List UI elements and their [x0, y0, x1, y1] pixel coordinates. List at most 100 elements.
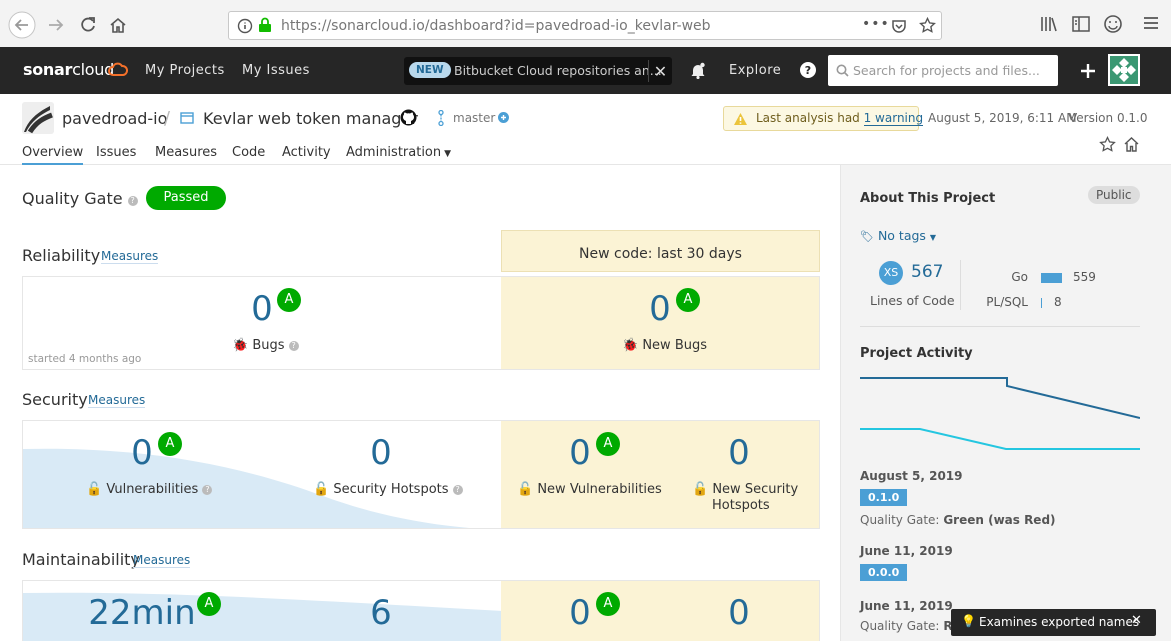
sidebar-toggle-icon[interactable] — [1072, 16, 1090, 32]
unlock-icon: 🔓 — [86, 482, 103, 497]
nav-explore[interactable]: Explore — [729, 63, 781, 78]
new-bug-icon: 🐞 — [622, 338, 639, 353]
maintainability-measures-link[interactable]: Measures — [133, 553, 191, 568]
page-actions-menu-icon[interactable]: ••• — [862, 16, 890, 32]
search-input[interactable]: Search for projects and files... — [828, 55, 1058, 86]
info-icon[interactable] — [237, 18, 253, 34]
new-bugs-label-text: New Bugs — [642, 338, 707, 353]
vulnerabilities-label-text: Vulnerabilities — [106, 482, 199, 497]
search-icon — [836, 64, 849, 77]
new-security-hotspots-label-2: Hotspots — [712, 498, 770, 513]
home-button[interactable] — [104, 11, 132, 39]
activity-line-vulnerabilities — [860, 428, 1140, 450]
promo-banner[interactable]: NEW Bitbucket Cloud repositories an... ✕ — [404, 57, 672, 85]
avatar-identicon — [1110, 56, 1138, 84]
language-name: PL/SQL — [986, 295, 1028, 309]
tags-selector[interactable]: 🏷 No tags ▼ — [860, 228, 936, 243]
emoji-icon[interactable] — [1102, 14, 1124, 34]
technical-debt-value[interactable]: 22min — [82, 593, 202, 633]
bookmark-star-icon[interactable] — [919, 17, 936, 34]
set-home-icon[interactable] — [1123, 136, 1140, 153]
lock-icon[interactable] — [258, 17, 272, 33]
lines-of-code-value[interactable]: 567 — [911, 262, 943, 282]
breadcrumb-separator: / — [164, 108, 171, 129]
bug-icon: 🐞 — [232, 338, 249, 353]
new-security-hotspots-label-1: 🔓 New Security — [692, 482, 798, 497]
tab-overview[interactable]: Overview — [22, 145, 84, 165]
maintainability-new-code-panel — [501, 581, 819, 641]
library-icon[interactable] — [1040, 16, 1058, 32]
technical-debt-rating-badge[interactable]: A — [197, 592, 221, 616]
help-icon[interactable]: ? — [800, 62, 816, 78]
svg-text:?: ? — [805, 64, 811, 77]
bugs-help-icon[interactable]: ? — [288, 341, 299, 351]
pocket-icon[interactable] — [891, 18, 907, 34]
event-date: August 5, 2019 — [860, 469, 963, 483]
reload-button[interactable] — [74, 11, 102, 39]
new-code-smells-value[interactable]: 0 — [709, 593, 769, 633]
vulnerabilities-rating-badge[interactable]: A — [158, 432, 182, 456]
url-bar[interactable]: https://sonarcloud.io/dashboard?id=paved… — [228, 11, 942, 40]
new-bugs-label: 🐞 New Bugs — [622, 338, 707, 353]
org-avatar[interactable] — [22, 102, 54, 134]
tab-administration-label: Administration — [346, 145, 442, 160]
project-icon — [180, 112, 194, 124]
warning-link[interactable]: 1 warning — [863, 111, 924, 126]
reliability-measures-link[interactable]: Measures — [101, 249, 159, 264]
vulnerabilities-help-icon[interactable]: ? — [202, 485, 213, 495]
back-button[interactable] — [8, 11, 36, 39]
new-vulnerabilities-rating-badge[interactable]: A — [596, 432, 620, 456]
road-logo-icon — [22, 102, 54, 134]
sidebar-divider — [860, 326, 1140, 327]
security-hotspots-help-icon[interactable]: ? — [452, 485, 463, 495]
branch-info-icon[interactable] — [498, 112, 509, 123]
forward-button[interactable] — [42, 11, 70, 39]
nav-my-projects[interactable]: My Projects — [145, 63, 225, 78]
logo-cloud-icon — [108, 62, 128, 76]
security-trend-sparkline — [23, 448, 470, 528]
tab-issues[interactable]: Issues — [96, 145, 136, 160]
user-avatar[interactable] — [1108, 54, 1140, 86]
event-quality-gate: Quality Gate: Re — [860, 619, 961, 633]
event-version-badge: 0.0.0 — [860, 564, 908, 581]
bugs-rating-badge[interactable]: A — [277, 288, 301, 312]
quality-gate-help-icon[interactable]: ? — [127, 196, 138, 206]
tip-text: Examines exported names — [979, 615, 1140, 629]
project-name-link[interactable]: Kevlar web token manager — [203, 109, 418, 128]
notifications-bell-icon[interactable] — [690, 62, 706, 79]
org-name-link[interactable]: pavedroad-io — [62, 109, 167, 128]
promo-text: Bitbucket Cloud repositories an... — [454, 63, 662, 78]
github-icon[interactable] — [400, 109, 417, 126]
favorite-star-icon[interactable] — [1099, 136, 1116, 153]
nav-my-issues[interactable]: My Issues — [242, 63, 310, 78]
security-measures-link[interactable]: Measures — [88, 393, 146, 408]
tab-administration[interactable]: Administration ▼ — [346, 145, 451, 160]
hamburger-menu-icon[interactable] — [1143, 16, 1159, 30]
reliability-title: Reliability — [22, 246, 101, 265]
promo-close-icon[interactable]: ✕ — [648, 60, 672, 82]
tab-measures[interactable]: Measures — [155, 145, 217, 160]
security-hotspots-label: 🔓 Security Hotspots ? — [313, 482, 463, 497]
branch-icon — [438, 110, 444, 126]
new-bugs-rating-badge[interactable]: A — [676, 288, 700, 312]
branch-name[interactable]: master — [453, 111, 495, 125]
code-smells-value[interactable]: 6 — [351, 593, 411, 633]
new-code-period-label: New code: last 30 days — [579, 246, 742, 262]
create-plus-icon[interactable] — [1080, 63, 1096, 79]
tab-activity[interactable]: Activity — [282, 145, 331, 160]
vulnerabilities-label: 🔓 Vulnerabilities ? — [86, 482, 213, 497]
language-lines: 559 — [1073, 270, 1096, 284]
activity-graph[interactable] — [860, 372, 1140, 456]
tab-code[interactable]: Code — [232, 145, 265, 160]
new-security-hotspots-label-text: New Security — [712, 482, 799, 497]
url-text[interactable]: https://sonarcloud.io/dashboard?id=paved… — [281, 18, 711, 34]
new-vuln-unlock-icon: 🔓 — [517, 482, 534, 497]
maintainability-title: Maintainability — [22, 550, 140, 569]
security-hotspots-value[interactable]: 0 — [351, 433, 411, 473]
event-qg-value: Green (was Red) — [943, 513, 1056, 527]
new-security-hotspots-value[interactable]: 0 — [709, 433, 769, 473]
toast-close-icon[interactable]: ✕ — [1131, 613, 1142, 628]
quality-gate-title: Quality Gate ? — [22, 189, 138, 208]
sonarcloud-logo[interactable]: sonarcloud — [23, 60, 114, 79]
new-debt-rating-badge[interactable]: A — [596, 592, 620, 616]
